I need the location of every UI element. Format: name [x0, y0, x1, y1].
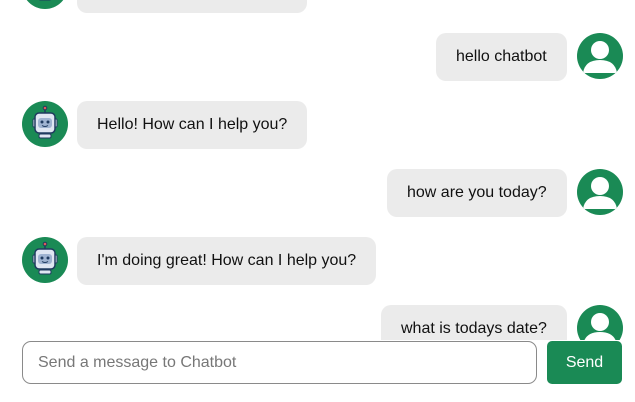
bot-avatar	[22, 237, 68, 283]
bot-message-bubble: I'm doing great! How can I help you?	[77, 237, 377, 285]
user-avatar	[577, 305, 623, 340]
user-silhouette-icon	[584, 313, 616, 340]
user-silhouette-icon	[583, 41, 617, 73]
message-input[interactable]	[22, 341, 537, 384]
user-message-bubble: hello chatbot	[436, 33, 567, 81]
robot-icon	[39, 0, 51, 1]
user-silhouette-icon	[583, 177, 617, 209]
message-composer: Send	[0, 340, 635, 402]
user-message-bubble: how are you today?	[387, 169, 567, 217]
user-message-bubble: what is todays date?	[381, 305, 567, 340]
message-text: I'm doing great! How can I help you?	[97, 252, 357, 269]
user-avatar	[577, 169, 623, 215]
robot-icon	[32, 105, 58, 139]
message-text: what is todays date?	[401, 320, 547, 337]
robot-icon	[32, 241, 58, 275]
bot-avatar	[22, 101, 68, 147]
message-text: hello chatbot	[456, 48, 547, 65]
bot-avatar	[22, 0, 68, 9]
message-list[interactable]: hello chatbot Hello! How can I help you?…	[0, 0, 635, 340]
send-button[interactable]: Send	[547, 341, 622, 384]
user-avatar	[577, 33, 623, 79]
message-text: Hello! How can I help you?	[97, 116, 288, 133]
chat-window: hello chatbot Hello! How can I help you?…	[0, 0, 635, 402]
message-text: how are you today?	[407, 184, 547, 201]
bot-message-bubble: Hello! How can I help you?	[77, 101, 308, 149]
bot-message-bubble	[77, 0, 307, 13]
